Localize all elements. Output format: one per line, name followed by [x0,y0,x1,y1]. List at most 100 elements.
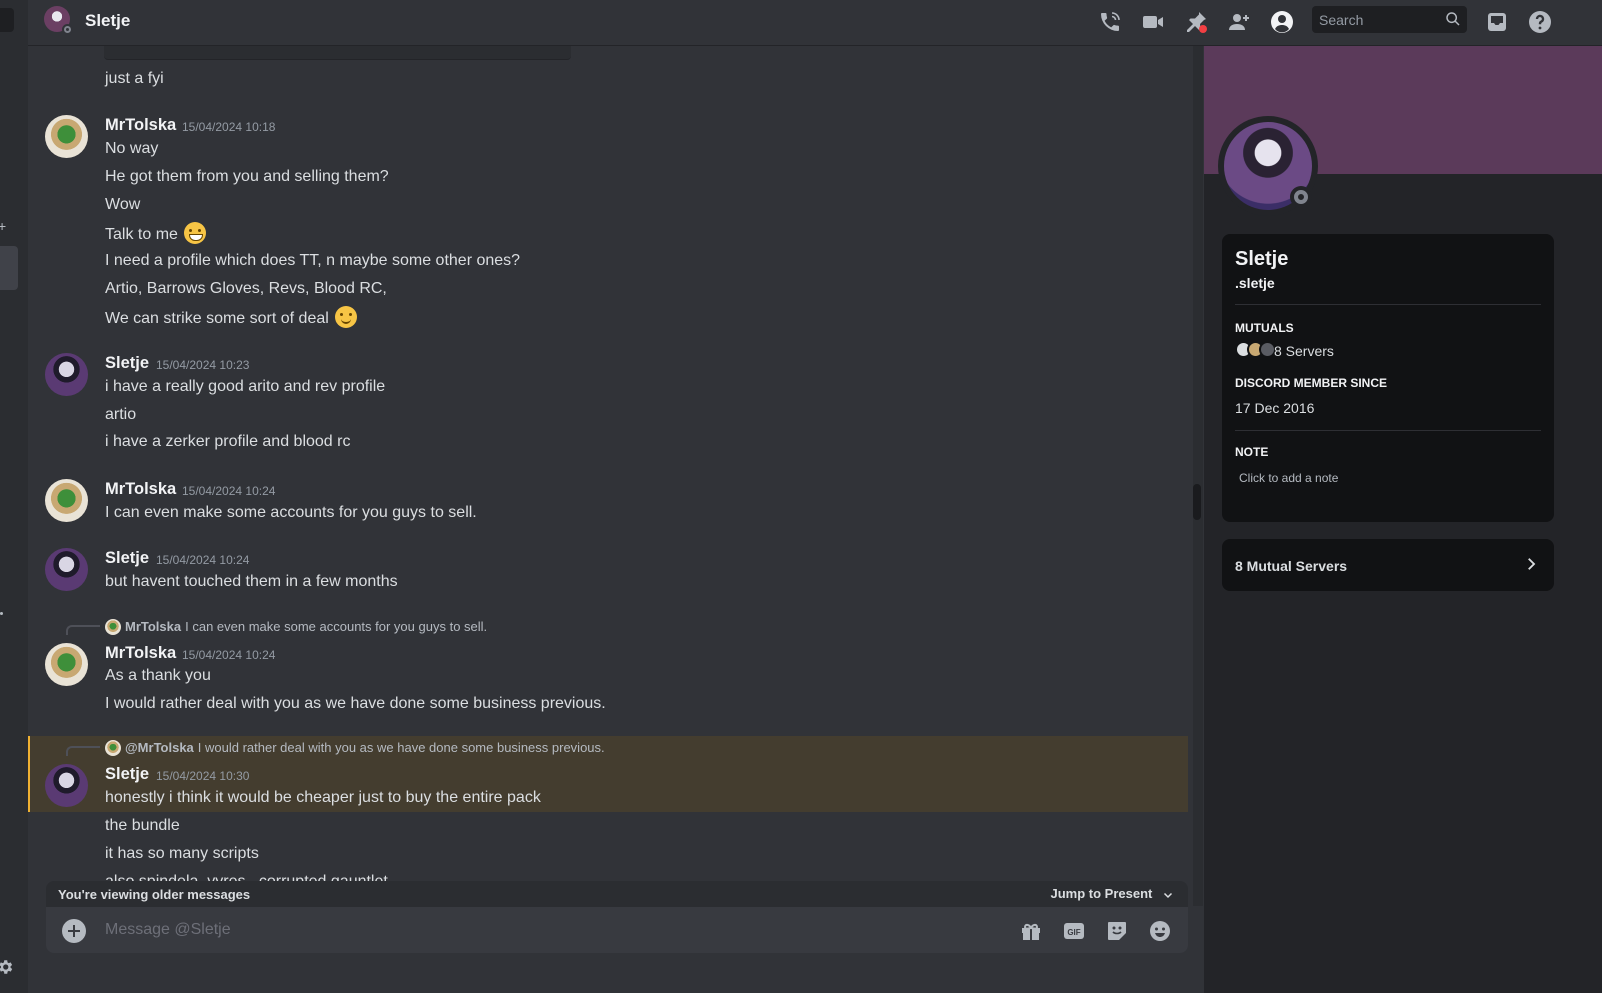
message-text-with-emoji: We can strike some sort of deal [105,306,358,330]
offline-status-icon [62,24,73,35]
message-input[interactable]: Message @Sletje [105,921,231,939]
settings-gear-icon[interactable] [0,958,14,976]
profile-display-name: Sletje [1235,248,1289,270]
avatar-mrtolska[interactable] [45,643,88,686]
message-text: just a fyi [105,70,164,87]
message-author[interactable]: MrTolska [105,480,176,499]
user-profile-panel: Sletje .sletje MUTUALS 8 Servers DISCORD… [1204,46,1602,993]
reply-author[interactable]: MrTolska [125,619,181,634]
gift-icon[interactable] [1018,918,1044,944]
pinned-messages-icon[interactable] [1182,8,1210,36]
scrollbar-track[interactable] [1193,46,1203,906]
divider [1235,430,1541,431]
gif-icon[interactable]: GIF [1061,918,1087,944]
voice-call-icon[interactable] [1096,8,1124,36]
reply-preview[interactable]: @MrTolska I would rather deal with you as… [105,739,605,757]
message-text: I need a profile which does TT, n maybe … [105,252,521,269]
dm-title[interactable]: Sletje [85,11,130,31]
message-timestamp: 15/04/2024 10:24 [156,553,250,567]
offline-status-icon [1290,186,1312,208]
mutual-servers-label: 8 Mutual Servers [1235,558,1348,574]
message-text: He got them from you and selling them? [105,168,389,185]
message-timestamp: 15/04/2024 10:30 [156,769,250,783]
search-placeholder: Search [1319,12,1364,28]
divider [1235,304,1541,305]
member-since-value: 17 Dec 2016 [1235,400,1315,416]
message-author[interactable]: MrTolska [105,116,176,135]
message-author[interactable]: Sletje [105,765,149,784]
add-friends-to-dm-icon[interactable] [1225,8,1253,36]
jump-to-present-button[interactable]: Jump to Present [1051,886,1174,901]
header-avatar[interactable] [44,6,73,35]
reply-text: I would rather deal with you as we have … [197,740,605,755]
reply-text: I can even make some accounts for you gu… [185,619,488,634]
avatar-sletje[interactable] [45,353,88,396]
hide-user-profile-icon[interactable] [1268,8,1296,36]
embed-card-tail [104,46,571,60]
grinning-emoji-icon[interactable] [184,222,207,244]
selected-dm-item[interactable] [0,246,18,290]
reply-avatar [105,739,121,756]
note-title: NOTE [1235,445,1269,459]
chevron-down-icon [1163,892,1173,898]
scrollbar-thumb[interactable] [1193,484,1201,520]
smiling-emoji-icon[interactable] [335,306,358,328]
help-icon[interactable] [1526,8,1554,36]
message-text: Talk to me [105,226,178,244]
chat-header: Sletje Search [28,0,1602,46]
message-timestamp: 15/04/2024 10:24 [182,648,276,662]
jump-to-present-label: Jump to Present [1050,886,1153,901]
mutuals-title: MUTUALS [1235,321,1294,335]
reply-preview[interactable]: MrTolska I can even make some accounts fo… [105,618,488,636]
search-icon [1446,12,1460,26]
message-composer[interactable]: Message @Sletje GIF [46,907,1188,953]
avatar-sletje[interactable] [45,764,88,807]
older-messages-label: You're viewing older messages [58,887,251,902]
reply-spine [66,625,100,635]
message-text: I can even make some accounts for you gu… [105,504,477,521]
message-text: but havent touched them in a few months [105,573,398,590]
message-text: i have a really good arito and rev profi… [105,378,386,395]
message-text: No way [105,140,159,157]
search-bar[interactable]: Search [1312,6,1467,33]
add-icon[interactable]: + [0,218,6,234]
message-text: honestly i think it would be cheaper jus… [105,789,541,806]
message-text: Artio, Barrows Gloves, Revs, Blood RC, [105,280,387,297]
sticker-icon[interactable] [1104,918,1130,944]
profile-card: Sletje .sletje MUTUALS 8 Servers DISCORD… [1222,234,1554,522]
mutual-servers-button[interactable]: 8 Mutual Servers [1222,539,1554,591]
inbox-icon[interactable] [1483,8,1511,36]
message-list[interactable]: just a fyi MrTolska 15/04/2024 10:18 No … [28,46,1193,882]
message-author[interactable]: MrTolska [105,644,176,663]
chevron-right-icon [1528,558,1536,570]
message-text: the bundle [105,817,180,834]
sidebar-dot [0,612,3,615]
avatar-sletje[interactable] [45,548,88,591]
video-call-icon[interactable] [1139,8,1167,36]
svg-text:GIF: GIF [1067,928,1080,937]
message-author[interactable]: Sletje [105,549,149,568]
avatar-mrtolska[interactable] [45,479,88,522]
message-text: Wow [105,196,141,213]
emoji-picker-icon[interactable] [1147,918,1173,944]
upload-plus-icon[interactable] [62,919,86,943]
sidebar-top-element[interactable] [0,8,14,32]
message-author[interactable]: Sletje [105,354,149,373]
message-text: As a thank you [105,667,211,684]
profile-username[interactable]: .sletje [1235,275,1275,291]
message-text: it has so many scripts [105,845,259,862]
message-timestamp: 15/04/2024 10:24 [182,484,276,498]
mutuals-value[interactable]: 8 Servers [1274,343,1334,359]
message-text: i have a zerker profile and blood rc [105,433,351,450]
reply-author[interactable]: @MrTolska [125,740,194,755]
channel-sidebar-edge: + [0,0,28,993]
note-input[interactable]: Click to add a note [1239,471,1338,485]
older-messages-bar: You're viewing older messages Jump to Pr… [46,881,1188,907]
message-text: artio [105,406,137,423]
message-timestamp: 15/04/2024 10:23 [156,358,250,372]
member-since-title: DISCORD MEMBER SINCE [1235,376,1388,390]
message-timestamp: 15/04/2024 10:18 [182,120,276,134]
avatar-mrtolska[interactable] [45,115,88,158]
message-text-with-emoji: Talk to me [105,222,207,246]
message-text: I would rather deal with you as we have … [105,695,606,712]
